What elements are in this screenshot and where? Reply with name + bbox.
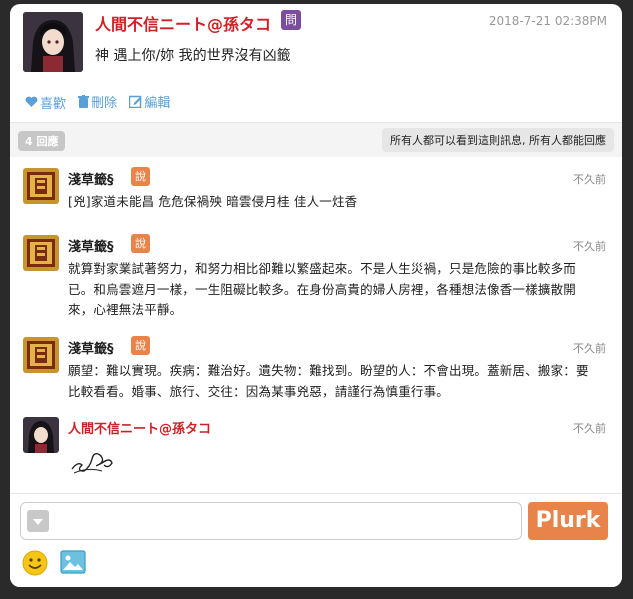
qualifier-badge: 說 bbox=[131, 167, 150, 186]
response-time: 不久前 bbox=[573, 342, 606, 355]
responder-name[interactable]: 人間不信ニート@孫タコ bbox=[68, 418, 211, 437]
responder-avatar[interactable] bbox=[23, 417, 59, 453]
response-text: 願望：難以實現。疾病：難治好。遺失物：難找到。盼望的人：不會出現。蓋新居、搬家：… bbox=[68, 363, 589, 399]
qualifier-badge: 問 bbox=[281, 10, 301, 30]
post-timestamp[interactable]: 2018-7-21 02:38PM bbox=[489, 14, 607, 28]
response-time: 不久前 bbox=[573, 422, 606, 435]
responder-name[interactable]: 淺草籤§ bbox=[68, 169, 114, 188]
qualifier-dropdown[interactable] bbox=[27, 510, 49, 532]
post-text: 神 遇上你/妳 我的世界沒有凶籤 bbox=[95, 48, 291, 64]
edit-button[interactable]: 編輯 bbox=[129, 92, 170, 111]
image-upload-icon[interactable] bbox=[60, 550, 86, 574]
delete-label: 刪除 bbox=[91, 96, 118, 111]
response-count-badge: 4 回應 bbox=[18, 131, 66, 151]
delete-button[interactable]: 刪除 bbox=[78, 92, 117, 111]
qualifier-badge: 說 bbox=[131, 234, 150, 253]
trash-icon bbox=[78, 95, 90, 108]
response-text: [兇]家道未能昌 危危保禍殃 暗雲侵月桂 佳人一炷香 bbox=[68, 194, 358, 209]
responder-name[interactable]: 淺草籤§ bbox=[68, 338, 114, 357]
responder-name[interactable]: 淺草籤§ bbox=[68, 236, 114, 255]
emoji-icon[interactable] bbox=[22, 550, 48, 576]
responder-avatar[interactable] bbox=[23, 337, 59, 373]
response-bar: 4 回應 所有人都可以看到這則訊息, 所有人都能回應 bbox=[10, 123, 622, 157]
post-actions: 喜歡 刪除 編輯 bbox=[25, 92, 178, 112]
edit-icon bbox=[129, 95, 142, 108]
edit-label: 編輯 bbox=[144, 96, 171, 111]
response-text: 就算對家業試著努力，和努力相比卻難以繁盛起來。不是人生災禍，只是危險的事比較多而… bbox=[68, 261, 577, 317]
response-time: 不久前 bbox=[573, 173, 606, 186]
responder-avatar[interactable] bbox=[23, 235, 59, 271]
qualifier-badge: 說 bbox=[131, 336, 150, 355]
response-input[interactable] bbox=[20, 502, 522, 540]
like-button[interactable]: 喜歡 bbox=[25, 93, 66, 112]
heart-icon bbox=[25, 96, 38, 107]
plurk-submit-button[interactable]: Plurk bbox=[528, 502, 608, 540]
visibility-notice: 所有人都可以看到這則訊息, 所有人都能回應 bbox=[382, 128, 614, 152]
plurk-card: 人間不信ニート@孫タコ 問 2018-7-21 02:38PM 神 遇上你/妳 … bbox=[10, 4, 622, 587]
like-label: 喜歡 bbox=[40, 96, 67, 112]
composer: Plurk bbox=[10, 493, 622, 587]
scribble-sticker bbox=[71, 452, 113, 474]
poster-name[interactable]: 人間不信ニート@孫タコ bbox=[95, 11, 271, 35]
response-time: 不久前 bbox=[573, 240, 606, 253]
responder-avatar[interactable] bbox=[23, 168, 59, 204]
poster-avatar[interactable] bbox=[23, 12, 83, 72]
